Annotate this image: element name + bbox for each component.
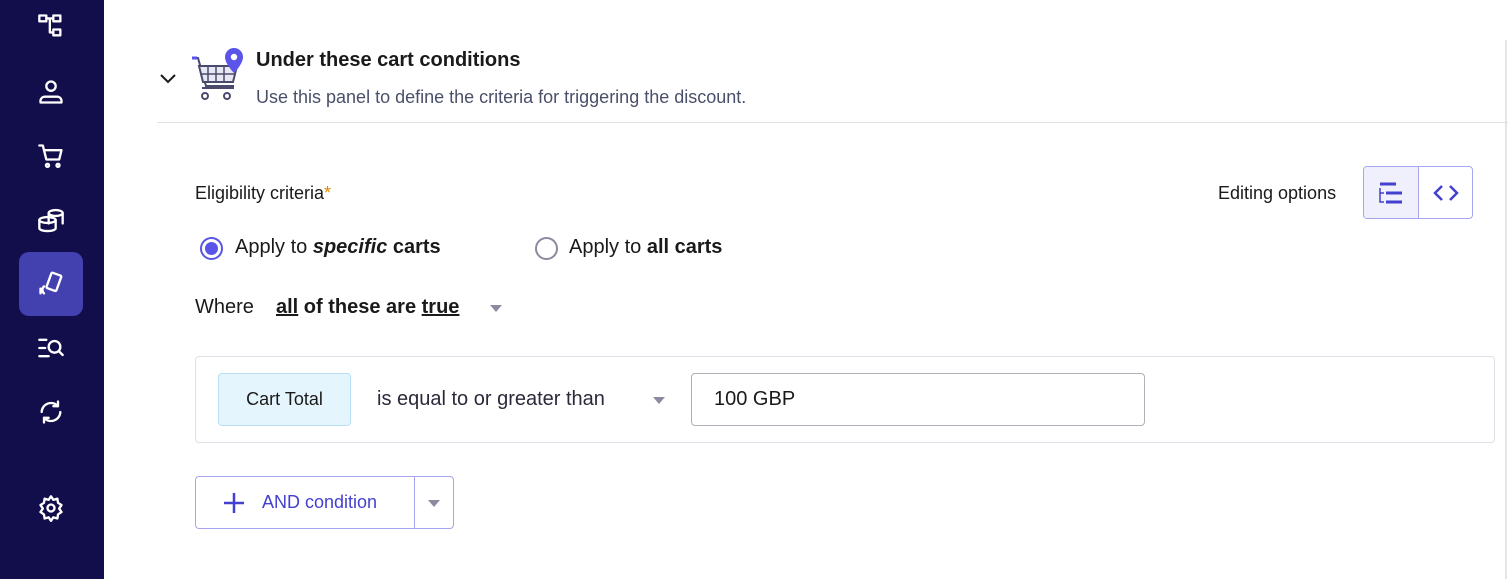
where-label: Where	[195, 296, 254, 318]
sidebar-item-orders[interactable]	[19, 124, 83, 188]
caret-down-icon[interactable]	[653, 397, 665, 404]
plus-icon	[224, 492, 244, 513]
user-icon	[39, 80, 63, 104]
cart-location-icon	[192, 48, 243, 100]
sidebar-item-audit[interactable]	[19, 316, 83, 380]
condition-value-input[interactable]	[691, 373, 1145, 426]
coins-icon	[38, 208, 64, 233]
radio-button-unselected[interactable]	[535, 237, 558, 260]
radio-all-label: Apply to all carts	[569, 236, 722, 259]
radio-specific-emphasis: specific	[312, 236, 388, 258]
sidebar-item-integrations[interactable]	[19, 380, 83, 444]
logic-dropdown[interactable]: all of these are true	[276, 296, 459, 319]
panel-title: Under these cart conditions	[256, 49, 521, 71]
editing-options-toggle	[1363, 166, 1473, 219]
radio-specific-prefix: Apply to	[235, 236, 313, 258]
visual-editor-button[interactable]	[1364, 167, 1419, 218]
radio-all-bold: all carts	[646, 236, 723, 258]
code-icon	[1432, 184, 1459, 201]
search-list-icon	[38, 338, 64, 358]
code-editor-button[interactable]	[1419, 167, 1472, 218]
divider	[157, 122, 1508, 123]
and-condition-menu-button[interactable]	[415, 477, 453, 528]
sidebar	[0, 0, 104, 579]
sync-icon	[40, 400, 62, 424]
gear-icon	[39, 495, 63, 522]
radio-button-selected[interactable]	[200, 237, 223, 260]
chevron-down-icon[interactable]	[158, 72, 178, 86]
and-condition-split-button: AND condition	[195, 476, 454, 529]
sidebar-item-hierarchy[interactable]	[19, 0, 83, 58]
caret-down-icon[interactable]	[490, 305, 502, 312]
operator-dropdown[interactable]: is equal to or greater than	[377, 388, 605, 411]
sidebar-item-loyalty[interactable]	[19, 188, 83, 252]
promotion-card-icon	[39, 271, 63, 295]
and-condition-label: AND condition	[262, 492, 378, 512]
panel-subtitle: Use this panel to define the criteria fo…	[256, 87, 747, 107]
radio-all-prefix: Apply to	[569, 236, 647, 258]
radio-specific-suffix: carts	[387, 236, 441, 258]
condition-field-chip[interactable]: Cart Total	[218, 373, 351, 426]
radio-all-carts[interactable]: Apply to all carts	[535, 236, 775, 262]
eligibility-label-text: Eligibility criteria	[195, 183, 325, 203]
cart-icon	[38, 144, 63, 169]
scroll-edge	[1505, 40, 1507, 579]
sidebar-item-promotions[interactable]	[19, 252, 83, 316]
radio-specific-carts[interactable]: Apply to specific carts	[200, 236, 480, 262]
eligibility-label: Eligibility criteria*	[195, 183, 331, 204]
sidebar-item-settings[interactable]	[19, 476, 83, 540]
and-condition-button[interactable]: AND condition	[196, 477, 415, 528]
tree-list-icon	[1379, 182, 1402, 203]
caret-down-icon	[428, 500, 440, 507]
sidebar-item-customers[interactable]	[19, 60, 83, 124]
logic-middle: of these are	[298, 296, 422, 318]
required-marker: *	[324, 183, 332, 203]
logic-truth: true	[421, 296, 460, 318]
editing-options-label: Editing options	[1218, 183, 1337, 203]
radio-specific-label: Apply to specific carts	[235, 236, 441, 259]
logic-quantifier: all	[276, 296, 299, 318]
hierarchy-icon	[38, 14, 62, 37]
